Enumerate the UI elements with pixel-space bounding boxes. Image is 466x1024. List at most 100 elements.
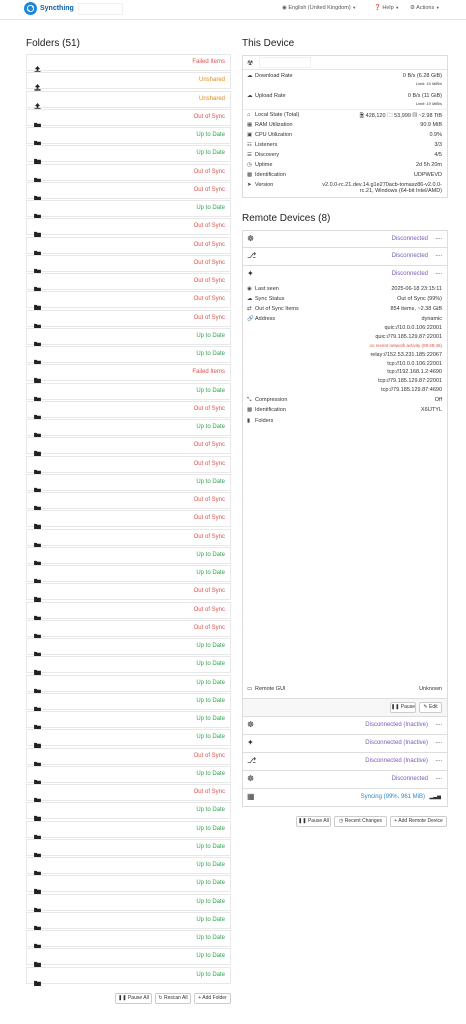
remote-device-row[interactable]: ☸ Disconnected.... <box>242 230 448 248</box>
identification-value[interactable]: UDPWEVD <box>414 172 442 178</box>
folder-row[interactable]: Up to Date <box>26 930 231 949</box>
folder-row[interactable]: Out of Sync <box>26 108 231 128</box>
folder-status: Up to Date <box>196 770 225 777</box>
remote-device-row[interactable]: ☸ Disconnected.... <box>242 771 448 789</box>
folder-row[interactable]: Out of Sync <box>26 437 231 457</box>
folder-row[interactable]: Out of Sync <box>26 619 231 639</box>
folder-row[interactable]: Up to Date <box>26 546 231 566</box>
folder-row[interactable]: Unshared <box>26 72 231 91</box>
device-identicon-icon: ☢ <box>247 60 254 67</box>
folder-row[interactable]: Out of Sync <box>26 236 231 256</box>
folder-icon <box>34 772 41 785</box>
pause-device-button[interactable]: ❚❚ Pause <box>390 702 416 713</box>
folder-row[interactable]: Up to Date <box>26 346 231 365</box>
folder-row[interactable]: Up to Date <box>26 327 231 347</box>
folder-row[interactable]: Up to Date <box>26 765 231 785</box>
add-remote-device-button[interactable]: + Add Remote Device <box>390 816 447 827</box>
folder-row[interactable]: Unshared <box>26 90 231 110</box>
folder-status: Up to Date <box>196 935 225 941</box>
folder-row[interactable]: Up to Date <box>26 838 231 858</box>
folder-row[interactable]: Up to Date <box>26 729 231 749</box>
refresh-icon: ↻ <box>158 995 163 1001</box>
remote-device-row[interactable]: ✦ Disconnected.... <box>242 266 448 284</box>
folder-row[interactable]: Up to Date <box>26 565 231 584</box>
folder-row[interactable]: Out of Sync <box>26 784 231 803</box>
folder-row[interactable]: Up to Date <box>26 692 231 712</box>
help-menu[interactable]: ❓ Help ▼ <box>374 5 399 11</box>
folder-row[interactable]: Up to Date <box>26 419 231 438</box>
navbar: Syncthing ◉ English (United Kingdom) ▼ ❓… <box>0 0 466 20</box>
folder-row[interactable]: Up to Date <box>26 656 231 676</box>
folder-status: Up to Date <box>196 862 225 868</box>
folder-row[interactable]: Up to Date <box>26 966 231 986</box>
folder-name-redacted <box>45 622 185 634</box>
folder-row[interactable]: Up to Date <box>26 820 231 840</box>
actions-menu[interactable]: ⚙ Actions ▼ <box>410 5 440 11</box>
pause-all-devices-label: Pause All <box>307 818 329 824</box>
remote-device-row[interactable]: ⎇ Disconnected.... <box>242 248 448 266</box>
folder-status: Up to Date <box>196 916 225 923</box>
folder-status: Up to Date <box>196 825 225 832</box>
this-device-header[interactable]: ☢ <box>243 56 447 70</box>
remote-device-row[interactable]: ⎇ Disconnected (Inactive).... <box>242 753 448 771</box>
folder-row[interactable]: Up to Date <box>26 382 231 402</box>
folder-row[interactable]: Up to Date <box>26 857 231 876</box>
folder-row[interactable]: Out of Sync <box>26 583 231 603</box>
language-menu[interactable]: ◉ English (United Kingdom) ▼ <box>282 5 356 11</box>
folder-row[interactable]: Out of Sync <box>26 510 231 530</box>
folder-name-redacted <box>45 823 185 835</box>
folder-row[interactable]: Out of Sync <box>26 309 231 329</box>
folder-row[interactable]: Up to Date <box>26 473 231 493</box>
remote-device-row[interactable]: ▦ Syncing (99%, 961 MiB) ▂▃▅ <box>242 789 448 807</box>
remote-device-row[interactable]: ✦ Disconnected (Inactive).... <box>242 735 448 753</box>
pause-all-folders-button[interactable]: ❚❚ Pause All <box>115 993 152 1004</box>
discovery-value[interactable]: 4/5 <box>434 152 442 158</box>
rescan-all-button[interactable]: ↻ Rescan All <box>155 993 191 1004</box>
out-of-sync-value[interactable]: 854 items, ~2.38 GiB <box>390 306 442 312</box>
folder-row[interactable]: Failed Items <box>26 54 231 73</box>
brand-logo[interactable]: Syncthing <box>24 2 74 15</box>
pause-all-devices-button[interactable]: ❚❚ Pause All <box>296 816 331 827</box>
folder-row[interactable]: Out of Sync <box>26 455 231 475</box>
folder-row[interactable]: Out of Sync <box>26 218 231 238</box>
folder-row[interactable]: Out of Sync <box>26 528 231 548</box>
pause-icon: ❚❚ <box>118 995 127 1001</box>
folder-row[interactable]: Up to Date <box>26 127 231 146</box>
folder-row[interactable]: Out of Sync <box>26 181 231 201</box>
folder-row[interactable]: Up to Date <box>26 893 231 913</box>
folder-row[interactable]: Up to Date <box>26 638 231 657</box>
folder-name-redacted <box>45 276 185 287</box>
recent-changes-button[interactable]: ◷ Recent Changes <box>334 816 387 827</box>
folder-row[interactable]: Up to Date <box>26 145 231 165</box>
folder-icon: ▮ <box>247 418 251 424</box>
folder-row[interactable]: Out of Sync <box>26 601 231 621</box>
folder-row[interactable]: Up to Date <box>26 674 231 694</box>
folder-row[interactable]: Out of Sync <box>26 163 231 183</box>
folder-row[interactable]: Up to Date <box>26 802 231 822</box>
listeners-value[interactable]: 3/3 <box>434 142 442 148</box>
remote-identification-value[interactable]: X6IJTYL <box>421 407 442 413</box>
folder-row[interactable]: Up to Date <box>26 948 231 968</box>
folder-row[interactable]: Out of Sync <box>26 747 231 767</box>
pencil-icon: ✎ <box>423 704 428 710</box>
add-folder-button[interactable]: + Add Folder <box>194 993 231 1004</box>
folder-name-redacted <box>45 586 185 598</box>
folder-row[interactable]: Out of Sync <box>26 291 231 311</box>
folder-status: Out of Sync <box>193 624 225 631</box>
folder-row[interactable]: Out of Sync <box>26 492 231 511</box>
folder-row[interactable]: Up to Date <box>26 911 231 931</box>
upload-icon <box>34 97 41 110</box>
folder-row[interactable]: Failed Items <box>26 364 231 384</box>
edit-device-button[interactable]: ✎ Edit <box>419 702 442 713</box>
folder-row[interactable]: Out of Sync <box>26 400 231 420</box>
folder-row[interactable]: Out of Sync <box>26 273 231 292</box>
folder-name-redacted <box>45 513 185 525</box>
remote-device-row[interactable]: ☸ Disconnected (Inactive).... <box>242 717 448 735</box>
listeners-label: Listeners <box>255 142 278 148</box>
folder-row[interactable]: Up to Date <box>26 200 231 219</box>
folder-row[interactable]: Up to Date <box>26 875 231 895</box>
folder-row[interactable]: Up to Date <box>26 711 231 730</box>
folder-row[interactable]: Out of Sync <box>26 254 231 274</box>
pause-device-label: Pause <box>400 704 415 710</box>
folder-status: Out of Sync <box>193 168 225 175</box>
